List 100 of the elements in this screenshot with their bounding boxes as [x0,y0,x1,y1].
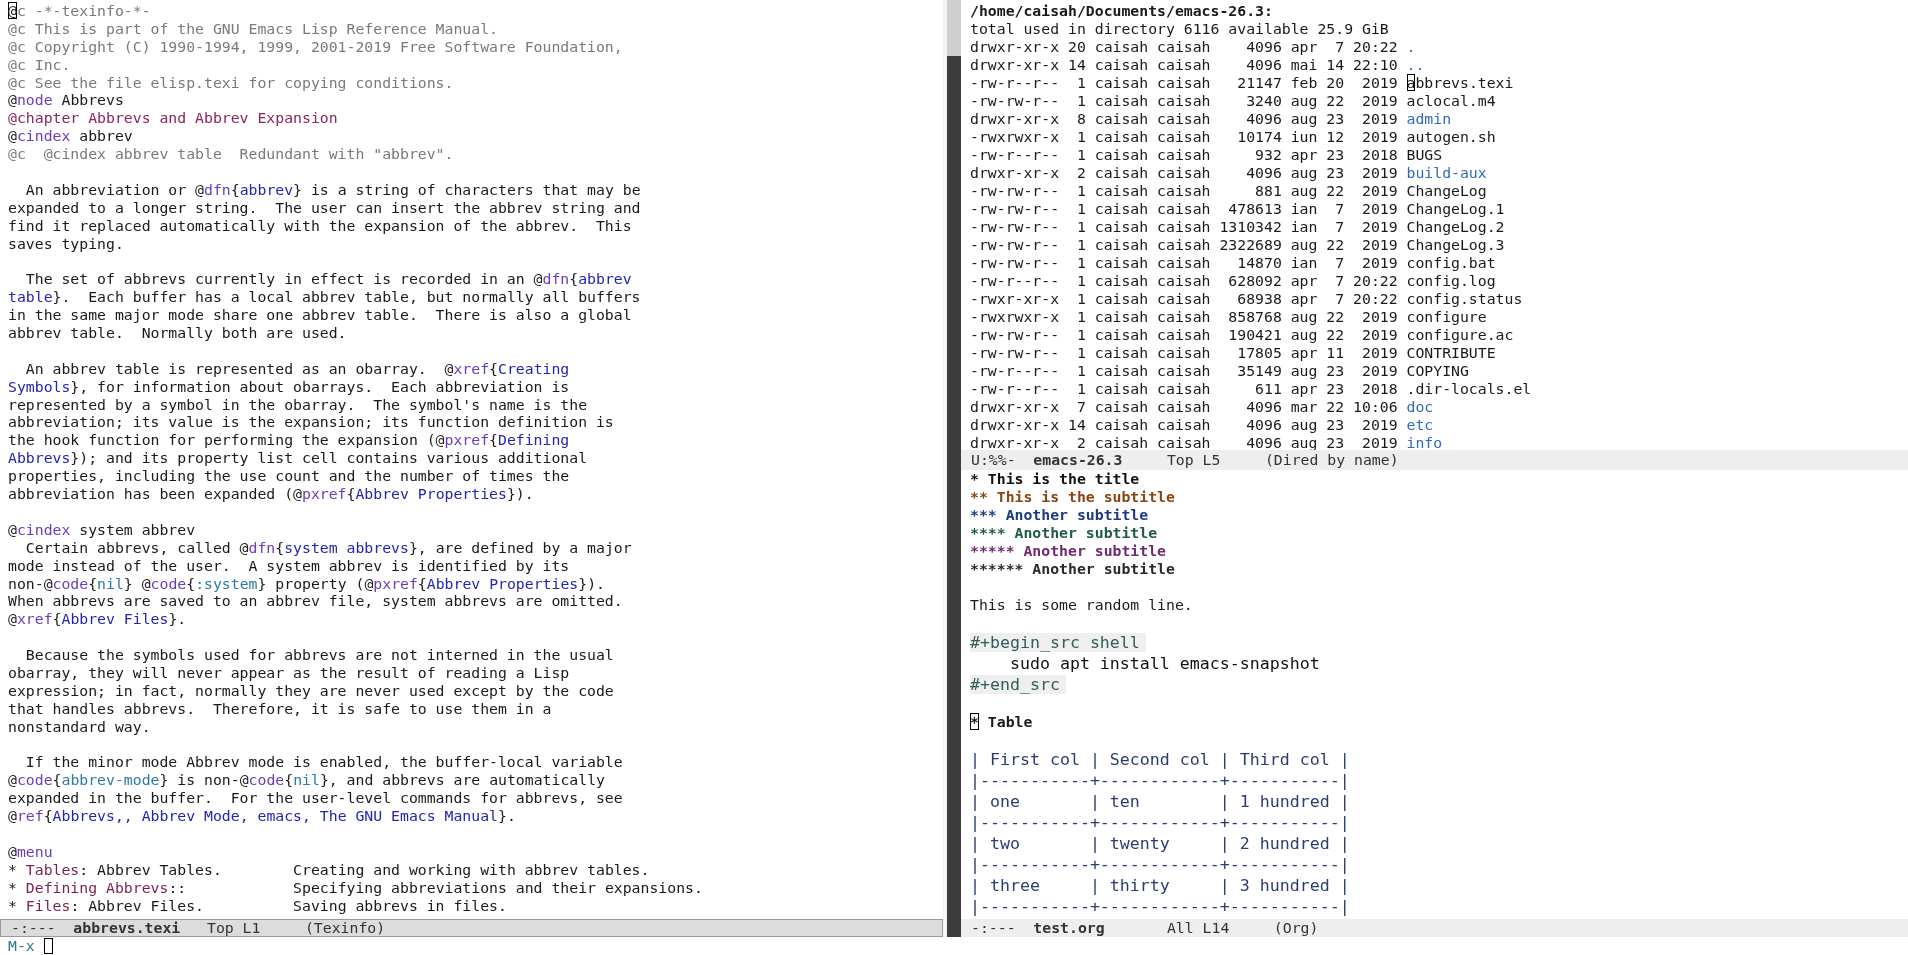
file-name[interactable]: .dir-locals.el [1406,380,1532,398]
code-line: non-@code{nil} @code{:system} property (@pxref{Abbrev Properties}). [8,574,606,593]
directory-name[interactable]: admin [1406,110,1452,128]
code-line: @node Abbrevs [8,91,125,110]
code-line: The set of abbrevs currently in effect is recorded in an @dfn{abbrev [24,270,633,289]
directory-name[interactable]: doc [1406,398,1434,416]
file-info: drwxr-xr-x 20 caisah caisah 4096 apr 7 20:22 [970,38,1398,56]
file-name[interactable]: autogen.sh [1406,128,1496,146]
code-line: Abbrevs}); and its property list cell contains various additional [8,449,589,468]
code-line: obarray, they will never appear as the result of reading a Lisp [8,663,571,682]
code-line: properties, including the use count and the number of times the [8,467,571,486]
file-info: -rwxrwxr-x 1 caisah caisah 10174 iun 12 2019 [970,128,1398,146]
table-line: | First col | Second col | Third col | [970,749,1351,770]
directory-name[interactable]: etc [1406,416,1434,434]
file-info: -rw-rw-r-- 1 caisah caisah 881 aug 22 2019 [970,182,1398,200]
file-info: drwxr-xr-x 7 caisah caisah 4096 mar 22 10:06 [970,398,1398,416]
minibuffer-prompt: M-x [8,937,35,955]
file-info: -rw-rw-r-- 1 caisah caisah 190421 aug 22 2019 [970,326,1398,344]
file-name[interactable]: CONTRIBUTE [1406,344,1496,362]
table-line: |-----------+------------+-----------| [970,812,1351,833]
code-line: @ref{Abbrevs,, Abbrev Mode, emacs, The GNU Emacs Manual}. [8,807,517,825]
code-line: An abbreviation or @dfn{abbrev} is a string of characters that may be [24,180,642,199]
org-heading: ****** Another subtitle [970,560,1176,578]
file-info: -rw-r--r-- 1 caisah caisah 611 apr 23 2018 [970,380,1398,398]
org-heading: * Table [970,713,1034,731]
code-line: Because the symbols used for abbrevs are not interned in the usual [24,646,615,664]
file-name[interactable]: BUGS [1406,146,1443,164]
buffer-name: test.org [1033,919,1106,937]
text-line: This is some random line. [970,596,1194,614]
directory-name[interactable]: . [1406,38,1416,56]
file-name[interactable]: ChangeLog.3 [1406,236,1505,254]
org-heading: ***** Another subtitle [970,542,1167,560]
code-line: abbreviation has been expanded (@pxref{Abbrev Properties}). [8,485,535,503]
file-name[interactable]: config.status [1406,290,1523,308]
mode-line-status: -:--- [11,920,57,936]
code-line: @c Inc. [8,55,72,74]
table-line: |-----------+------------+-----------| [970,770,1351,791]
directory-summary: total used in directory 6116 available 25.9 GiB [970,20,1389,38]
major-mode: (Texinfo) [304,920,386,936]
table-line: |-----------+------------+-----------| [970,854,1351,875]
file-name[interactable]: ChangeLog.2 [1406,218,1505,236]
file-info: -rwxr-xr-x 1 caisah caisah 68938 apr 7 20:22 [970,290,1398,308]
code-line: @xref{Abbrev Files}. [8,610,188,629]
scrollbar[interactable] [943,470,961,937]
code-line: When abbrevs are saved to an abbrev file, system abbrevs are omitted. [8,592,624,611]
code-line: @menu [8,842,54,861]
org-heading: **** Another subtitle [970,524,1159,542]
directory-name[interactable]: build-aux [1406,164,1487,182]
file-info: drwxr-xr-x 14 caisah caisah 4096 aug 23 2019 [970,416,1398,434]
org-heading: * This is the title [970,470,1141,488]
directory-name[interactable]: .. [1406,56,1425,74]
file-name[interactable]: config.log [1406,272,1496,290]
mode-line-status: -:--- [971,919,1017,937]
code-line: in the same major mode share one abbrev table. There is also a global [8,306,633,325]
file-name[interactable]: configure [1406,308,1487,326]
code-line: Certain abbrevs, called @dfn{system abbrevs}, are defined by a major [24,538,633,557]
code-line: abbrev table. Normally both are used. [8,324,348,342]
scrollbar[interactable] [943,0,961,470]
file-name[interactable]: aclocal.m4 [1406,92,1496,110]
code-line: * Files: Abbrev Files. Saving abbrevs in files. [8,896,508,915]
code-line: @c Copyright (C) 1990-1994, 1999, 2001-2019 Free Software Foundation, [8,37,624,56]
code-line: mode instead of the user. A system abbrev is identified by its [8,556,571,575]
file-info: -rw-rw-r-- 1 caisah caisah 478613 ian 7 2019 [970,200,1398,218]
file-name[interactable]: configure.ac [1406,326,1514,344]
buffer-name: emacs-26.3 [1033,451,1124,469]
file-name[interactable]: ChangeLog.1 [1406,200,1505,218]
file-info: drwxr-xr-x 8 caisah caisah 4096 aug 23 2019 [970,110,1398,128]
file-info: -rw-r--r-- 1 caisah caisah 932 apr 23 2018 [970,146,1398,164]
code-line: An abbrev table is represented as an obarray. @xref{Creating [24,359,571,378]
major-mode: (Org) [1273,919,1319,937]
file-info: -rw-r--r-- 1 caisah caisah 35149 aug 23 2019 [970,362,1398,380]
directory-name[interactable]: info [1406,434,1443,450]
code-line: expanded in the buffer. For the user-level commands for abbrevs, see [8,789,624,808]
code-line: expression; in fact, normally they are never used except by the code [8,681,615,700]
code-line: @c @cindex abbrev table Redundant with "abbrev". [8,145,455,163]
file-info: -rw-rw-r-- 1 caisah caisah 3240 aug 22 2019 [970,92,1398,110]
file-name[interactable]: config.bat [1406,254,1496,272]
code-line: nonstandard way. [8,717,152,736]
table-line: | one | ten | 1 hundred | [970,791,1351,812]
file-name[interactable]: ChangeLog [1406,182,1487,200]
code-line: expanded to a longer string. The user can insert the abbrev string and [8,198,642,217]
table-line: | two | twenty | 2 hundred | [970,833,1351,854]
file-info: -rw-rw-r-- 1 caisah caisah 17805 apr 11 2019 [970,344,1398,362]
buffer-position: All L14 [1166,919,1230,937]
code-line: @cindex system abbrev [8,520,197,539]
file-info: drwxr-xr-x 14 caisah caisah 4096 mai 14 22:10 [970,56,1398,74]
mode-line-status: U:%%- [971,451,1017,469]
code-line: * Defining Abbrevs:: Specifying abbreviations and their expansions. [8,878,704,897]
file-info: -rw-rw-r-- 1 caisah caisah 2322689 aug 22 2019 [970,236,1398,254]
code-line: represented by a symbol in the obarray. The symbol's name is the [8,395,589,414]
directory-path: /home/caisah/Documents/emacs-26.3: [970,2,1273,20]
table-line: |-----------+------------+-----------| [970,896,1351,917]
code-line: @c See the file elisp.texi for copying conditions. [8,73,455,92]
file-name[interactable]: COPYING [1406,362,1469,380]
code-line: the hook function for performing the expansion (@pxref{Defining [8,431,571,450]
code-line: Symbols}, for information about obarrays. Each abbreviation is [8,377,571,396]
file-info: -rw-rw-r-- 1 caisah caisah 1310342 ian 7 2019 [970,218,1398,236]
code-line: abbreviation; its value is the expansion; its function definition is [8,413,615,432]
code-line: @code{abbrev-mode} is non-@code{nil}, and abbrevs are automatically [8,771,606,790]
major-mode: (Dired by name) [1264,451,1399,469]
